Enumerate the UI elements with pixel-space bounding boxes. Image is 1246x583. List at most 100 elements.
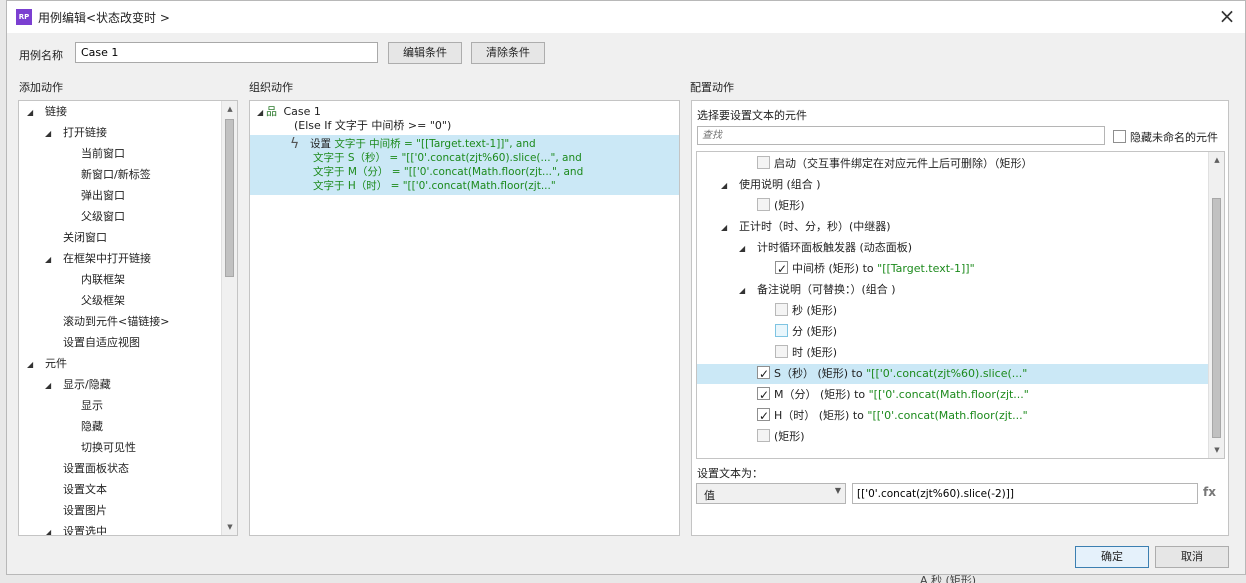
add-action-item[interactable]: ◢ 在框架中打开链接 <box>45 249 151 269</box>
scroll-up-icon[interactable]: ▲ <box>1209 152 1224 168</box>
expand-icon[interactable]: ◢ <box>27 355 36 375</box>
add-action-item-label: 链接 <box>45 105 67 118</box>
action-item[interactable]: ϟ 设置 文字于 中间桥 = "[[Target.text-1]]", and … <box>250 135 679 195</box>
widget-tree-item[interactable]: (矩形) <box>697 427 1208 447</box>
add-action-item[interactable]: 设置文本 <box>45 480 107 500</box>
add-action-item-label: 当前窗口 <box>81 147 125 160</box>
widget-checkbox[interactable] <box>757 429 770 442</box>
add-action-item[interactable]: 当前窗口 <box>63 144 125 164</box>
widget-tree-item[interactable]: 秒 (矩形) <box>697 301 1208 321</box>
expand-icon[interactable]: ◢ <box>27 103 36 123</box>
hide-unnamed-checkbox[interactable] <box>1113 130 1126 143</box>
widget-tree-item[interactable]: ◢ 正计时（时、分，秒）(中继器) <box>697 217 1208 237</box>
widget-to-label: to <box>859 262 878 275</box>
widget-tree-item[interactable]: S（秒） (矩形) to "[['0'.concat(zjt%60).slice… <box>697 364 1208 384</box>
widget-value: "[['0'.concat(Math.floor(zjt..." <box>867 409 1028 422</box>
expand-icon[interactable]: ◢ <box>45 376 54 396</box>
ok-button[interactable]: 确定 <box>1075 546 1149 568</box>
widget-tree-item[interactable]: (矩形) <box>697 196 1208 216</box>
text-type-select[interactable]: 值 ▼ <box>696 483 846 504</box>
widget-tree-label: 使用说明 (组合 ) <box>739 178 821 191</box>
hide-unnamed-toggle[interactable]: 隐藏未命名的元件 <box>1113 129 1218 145</box>
cancel-button[interactable]: 取消 <box>1155 546 1229 568</box>
add-action-item[interactable]: ◢ 设置选中 <box>45 522 107 536</box>
action-line: 文字于 M（分） = "[['0'.concat(Math.floor(zjt.… <box>313 166 584 178</box>
widget-tree-item[interactable]: ◢ 计时循环面板触发器 (动态面板) <box>697 238 1208 258</box>
expand-icon[interactable]: ◢ <box>45 250 54 270</box>
widget-tree-item[interactable]: H（时） (矩形) to "[['0'.concat(Math.floor(zj… <box>697 406 1208 426</box>
widget-checkbox[interactable] <box>757 406 770 426</box>
add-action-scrollbar[interactable]: ▲ ▼ <box>221 101 237 535</box>
widget-value: "[['0'.concat(zjt%60).slice(..." <box>866 367 1028 380</box>
scroll-up-icon[interactable]: ▲ <box>222 101 237 117</box>
widget-to-label: to <box>850 388 869 401</box>
widget-tree-item[interactable]: 时 (矩形) <box>697 343 1208 363</box>
add-action-item[interactable]: ◢ 元件 <box>27 354 67 374</box>
add-action-item[interactable]: 显示 <box>63 396 103 416</box>
edit-condition-button[interactable]: 编辑条件 <box>388 42 462 64</box>
close-icon[interactable]: × <box>1217 5 1237 27</box>
widget-checkbox[interactable] <box>757 385 770 405</box>
add-action-item[interactable]: ◢ 链接 <box>27 102 67 122</box>
add-action-item-label: 设置面板状态 <box>63 462 129 475</box>
expand-icon[interactable]: ◢ <box>721 176 730 196</box>
add-action-item[interactable]: 内联框架 <box>63 270 125 290</box>
text-value-input[interactable] <box>852 483 1198 504</box>
add-action-item[interactable]: 新窗口/新标签 <box>63 165 151 185</box>
add-action-item[interactable]: 设置面板状态 <box>45 459 129 479</box>
case-name-label: 用例名称 <box>19 49 63 62</box>
fx-icon[interactable]: fx <box>1203 485 1216 499</box>
add-action-item-label: 弹出窗口 <box>81 189 125 202</box>
scroll-thumb[interactable] <box>1212 198 1221 438</box>
widget-tree-label: 备注说明（可替换：）(组合 ) <box>757 283 896 296</box>
lightning-icon: ϟ <box>290 136 300 152</box>
add-action-panel: ◢ 链接 ◢ 打开链接当前窗口新窗口/新标签 弹出窗口父级窗口 关闭窗口 ◢ 在框架中打开链接… <box>18 100 238 536</box>
add-action-item[interactable]: 隐藏 <box>63 417 103 437</box>
widget-checkbox[interactable] <box>775 303 788 316</box>
scroll-down-icon[interactable]: ▼ <box>1209 442 1224 458</box>
widget-tree-item[interactable]: M（分） (矩形) to "[['0'.concat(Math.floor(zj… <box>697 385 1208 405</box>
expand-icon[interactable]: ◢ <box>721 218 730 238</box>
widget-checkbox[interactable] <box>757 364 770 384</box>
add-action-item-label: 新窗口/新标签 <box>81 168 151 181</box>
widget-tree-item[interactable]: 分 (矩形) <box>697 322 1208 342</box>
widget-checkbox[interactable] <box>775 259 788 279</box>
add-action-header: 添加动作 <box>19 81 63 94</box>
add-action-item[interactable]: 父级框架 <box>63 291 125 311</box>
add-action-item[interactable]: 弹出窗口 <box>63 186 125 206</box>
scroll-thumb[interactable] <box>225 119 234 277</box>
case-tree-icon: 品 <box>266 105 277 118</box>
add-action-item[interactable]: 关闭窗口 <box>45 228 107 248</box>
widget-checkbox[interactable] <box>775 324 788 337</box>
widget-tree-label: 正计时（时、分，秒）(中继器) <box>739 220 891 233</box>
widget-checkbox[interactable] <box>775 345 788 358</box>
widget-tree-item[interactable]: ◢ 使用说明 (组合 ) <box>697 175 1208 195</box>
add-action-item-label: 设置选中 <box>63 525 107 536</box>
case-editor-dialog: RP 用例编辑<状态改变时 > × 用例名称 编辑条件 清除条件 添加动作 组织… <box>6 0 1246 575</box>
add-action-item[interactable]: 设置自适应视图 <box>45 333 140 353</box>
expand-icon[interactable]: ◢ <box>739 239 748 259</box>
add-action-item[interactable]: 设置图片 <box>45 501 107 521</box>
clear-condition-button[interactable]: 清除条件 <box>471 42 545 64</box>
scroll-down-icon[interactable]: ▼ <box>222 519 237 535</box>
add-action-item[interactable]: ◢ 显示/隐藏 <box>45 375 111 395</box>
case-name-input[interactable] <box>75 42 378 63</box>
widget-tree-scrollbar[interactable]: ▲ ▼ <box>1208 152 1224 458</box>
widget-tree-item[interactable]: ◢ 备注说明（可替换：）(组合 ) <box>697 280 1208 300</box>
widget-tree-label: 启动（交互事件绑定在对应元件上后可删除）（矩形） <box>774 157 1033 170</box>
expand-icon[interactable]: ◢ <box>739 281 748 301</box>
widget-tree-item[interactable]: 中间桥 (矩形) to "[[Target.text-1]]" <box>697 259 1208 279</box>
add-action-item-label: 显示/隐藏 <box>63 378 111 391</box>
widget-tree-item[interactable]: 启动（交互事件绑定在对应元件上后可删除）（矩形） <box>697 154 1208 174</box>
widget-search-input[interactable] <box>697 126 1105 145</box>
add-action-item[interactable]: 滚动到元件<锚链接> <box>45 312 169 332</box>
widget-checkbox[interactable] <box>757 198 770 211</box>
expand-icon[interactable]: ◢ <box>45 124 54 144</box>
add-action-item-label: 设置自适应视图 <box>63 336 140 349</box>
widget-to-label: to <box>848 367 867 380</box>
add-action-item[interactable]: 切换可见性 <box>63 438 136 458</box>
widget-checkbox[interactable] <box>757 156 770 169</box>
add-action-item[interactable]: 父级窗口 <box>63 207 125 227</box>
add-action-item[interactable]: ◢ 打开链接 <box>45 123 107 143</box>
expand-icon[interactable]: ◢ <box>45 523 54 535</box>
